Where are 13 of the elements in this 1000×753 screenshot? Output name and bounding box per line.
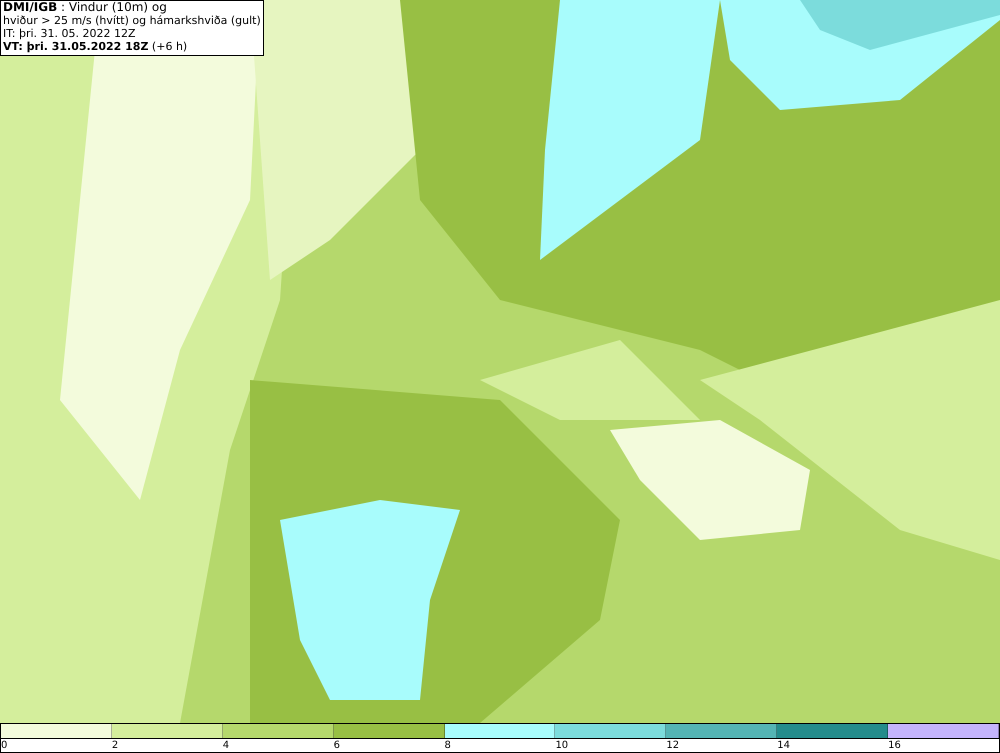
caption-line: hviður > 25 m/s (hvítt) og hámarkshviða (gult) [3,14,261,27]
legend-tick-label: 0 [1,740,8,751]
legend-tick-label: 4 [222,740,230,751]
legend-tick-label: 6 [334,740,340,751]
legend-tick-label: 16 [888,740,901,751]
caption-line: VT: þri. 31.05.2022 18Z (+6 h) [3,40,188,53]
legend-tick-label: 2 [112,740,118,751]
caption-line: DMI/IGB : Vindur (10m) og [3,1,168,14]
legend-tick-label: 12 [666,740,680,751]
caption-line: IT: þri. 31. 05. 2022 12Z [3,27,137,40]
legend-tick-label: 10 [555,740,568,751]
legend-tick-label: 8 [444,740,451,751]
legend-tick-label: 14 [777,740,790,751]
